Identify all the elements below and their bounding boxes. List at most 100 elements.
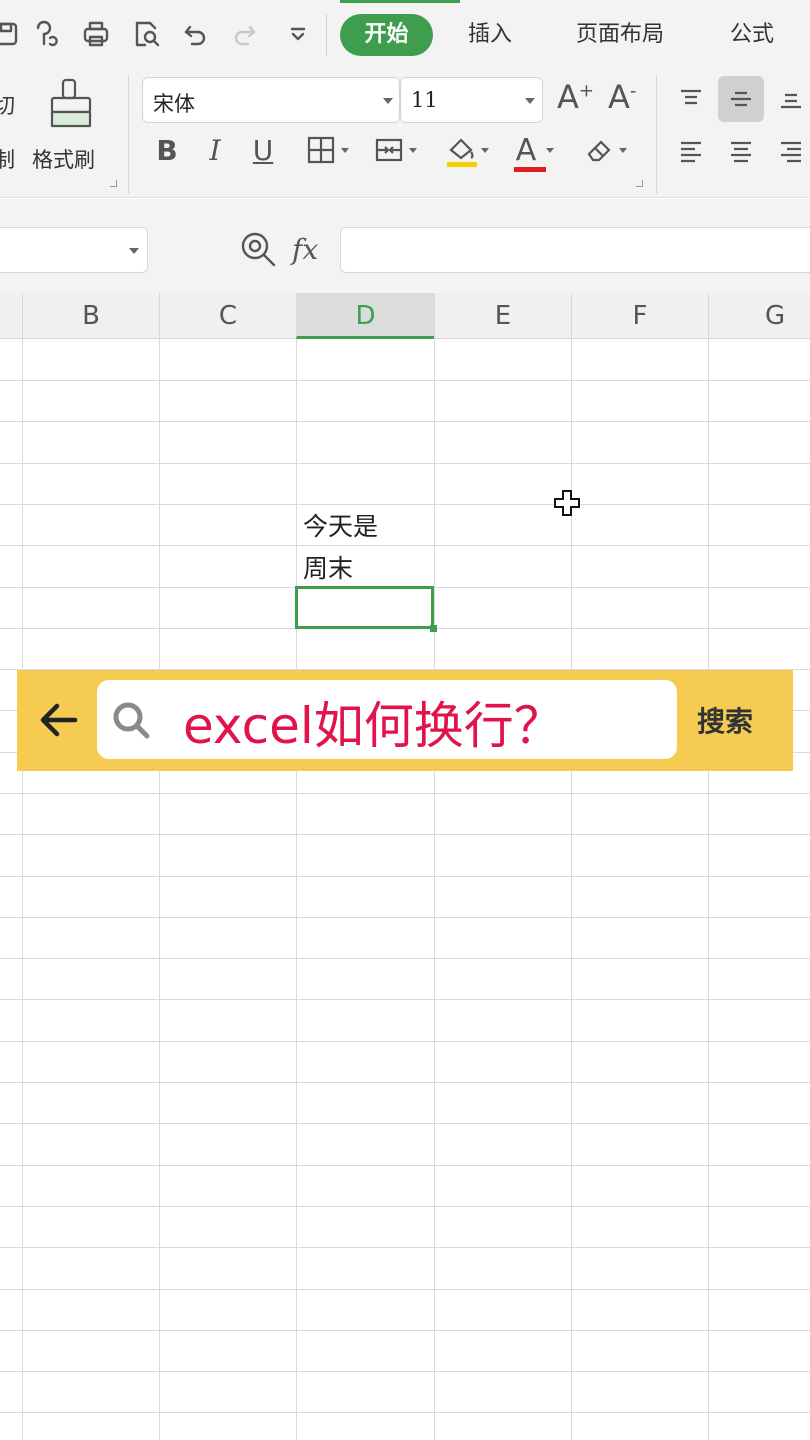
- clear-format-button[interactable]: [576, 130, 634, 170]
- font-dialog-launcher[interactable]: [636, 180, 643, 187]
- formula-bar: fx: [0, 199, 810, 293]
- ribbon-separator: [656, 76, 657, 194]
- font-size-combo[interactable]: 11: [400, 77, 543, 123]
- align-middle-icon: [731, 91, 751, 107]
- active-tab-indicator: [340, 0, 460, 3]
- borders-button[interactable]: [298, 130, 356, 170]
- grid-row-line: [0, 1165, 810, 1166]
- grow-font-label: A: [557, 78, 579, 116]
- align-left-icon: [681, 141, 701, 163]
- grid-row-line: [0, 463, 810, 464]
- find-function-icon[interactable]: [238, 229, 278, 269]
- grid-row-line: [0, 1206, 810, 1207]
- grid-row-line: [0, 999, 810, 1000]
- grid-row-line: [0, 1371, 810, 1372]
- grid-row-line: [0, 1247, 810, 1248]
- formula-input[interactable]: [340, 227, 810, 273]
- tab-home[interactable]: 开始: [340, 14, 433, 56]
- format-painter-icon[interactable]: [46, 76, 96, 132]
- shrink-font-button[interactable]: A-: [608, 78, 636, 116]
- grid-row-line: [0, 876, 810, 877]
- grid-row-line: [0, 545, 810, 546]
- grid-row-line: [0, 1330, 810, 1331]
- chevron-down-icon[interactable]: [383, 98, 393, 104]
- align-left-button[interactable]: [668, 128, 714, 174]
- column-header-f[interactable]: F: [571, 293, 708, 339]
- print-preview-icon[interactable]: [126, 14, 166, 54]
- shrink-font-label: A: [608, 78, 630, 116]
- align-top-icon: [681, 89, 701, 105]
- column-header-b[interactable]: B: [22, 293, 159, 339]
- grid-row-line: [0, 1289, 810, 1290]
- column-header-c[interactable]: C: [159, 293, 296, 339]
- copy-button[interactable]: 制: [0, 144, 15, 174]
- column-header-d[interactable]: D: [296, 293, 434, 339]
- grow-font-button[interactable]: A+: [557, 78, 594, 116]
- chevron-down-icon[interactable]: [129, 248, 139, 254]
- column-header-e[interactable]: E: [434, 293, 571, 339]
- fill-handle[interactable]: [430, 625, 437, 632]
- align-center-button[interactable]: [718, 128, 764, 174]
- print-icon[interactable]: [76, 14, 116, 54]
- name-box[interactable]: [0, 227, 148, 273]
- grid-row-line: [0, 1412, 810, 1413]
- ribbon-home: 切 制 格式刷 宋体 11 A+ A- B I U A: [0, 68, 810, 198]
- font-color-swatch: [513, 166, 546, 172]
- italic-button[interactable]: I: [198, 130, 232, 170]
- active-cell[interactable]: [295, 586, 434, 629]
- grid-row-line: [0, 958, 810, 959]
- format-painter-button[interactable]: 格式刷: [32, 144, 95, 174]
- search-input[interactable]: excel如何换行？: [97, 680, 677, 759]
- search-bar: excel如何换行？ 搜索: [17, 670, 793, 771]
- cell-select-cursor-icon: [554, 490, 580, 516]
- column-header-g[interactable]: G: [708, 293, 810, 339]
- grid-row-line: [0, 504, 810, 505]
- grid-row-line: [0, 421, 810, 422]
- chevron-down-icon[interactable]: [525, 98, 535, 104]
- chevron-down-icon[interactable]: [341, 147, 349, 153]
- tab-formulas[interactable]: 公式: [716, 14, 788, 56]
- fill-color-icon: [447, 138, 477, 167]
- align-top-button[interactable]: [668, 76, 714, 122]
- grid-row-line: [0, 1041, 810, 1042]
- chevron-down-icon[interactable]: [481, 147, 489, 153]
- font-size-value: 11: [411, 88, 438, 112]
- tab-insert[interactable]: 插入: [454, 14, 526, 56]
- fill-color-button[interactable]: [438, 130, 496, 170]
- search-query: excel如何换行？: [183, 697, 564, 755]
- save-icon[interactable]: [0, 14, 26, 54]
- back-arrow-icon[interactable]: [37, 698, 81, 742]
- align-bottom-icon: [781, 93, 801, 109]
- font-name-combo[interactable]: 宋体: [142, 77, 400, 123]
- bold-button[interactable]: B: [150, 130, 184, 170]
- redo-icon[interactable]: [224, 14, 264, 54]
- cut-button[interactable]: 切: [0, 90, 15, 120]
- clipboard-dialog-launcher[interactable]: [110, 180, 117, 187]
- chevron-down-icon[interactable]: [409, 147, 417, 153]
- spreadsheet-grid[interactable]: [0, 339, 810, 1440]
- title-bar: 开始 插入 页面布局 公式: [0, 0, 810, 68]
- undo-icon[interactable]: [176, 14, 216, 54]
- fx-label[interactable]: fx: [292, 233, 318, 266]
- ribbon-separator: [128, 76, 129, 194]
- share-icon[interactable]: [26, 14, 66, 54]
- tab-page-layout[interactable]: 页面布局: [560, 14, 680, 56]
- search-button[interactable]: 搜索: [697, 700, 753, 740]
- align-right-icon: [781, 141, 801, 163]
- align-bottom-button[interactable]: [768, 76, 810, 122]
- search-icon: [109, 698, 153, 742]
- borders-icon: [307, 136, 335, 164]
- chevron-down-icon[interactable]: [619, 147, 627, 153]
- font-color-button[interactable]: A: [506, 130, 564, 172]
- font-color-label: A: [515, 132, 537, 168]
- align-middle-button[interactable]: [718, 76, 764, 122]
- underline-button[interactable]: U: [246, 130, 280, 170]
- merge-cells-button[interactable]: [366, 130, 424, 170]
- chevron-down-icon[interactable]: [546, 147, 555, 153]
- cell-d-line-2[interactable]: 周末: [303, 548, 353, 590]
- grid-row-line: [0, 834, 810, 835]
- customize-quick-access-icon[interactable]: [278, 14, 318, 54]
- align-right-button[interactable]: [768, 128, 810, 174]
- cell-d-line-1[interactable]: 今天是: [303, 506, 378, 548]
- quick-access-separator: [326, 14, 327, 56]
